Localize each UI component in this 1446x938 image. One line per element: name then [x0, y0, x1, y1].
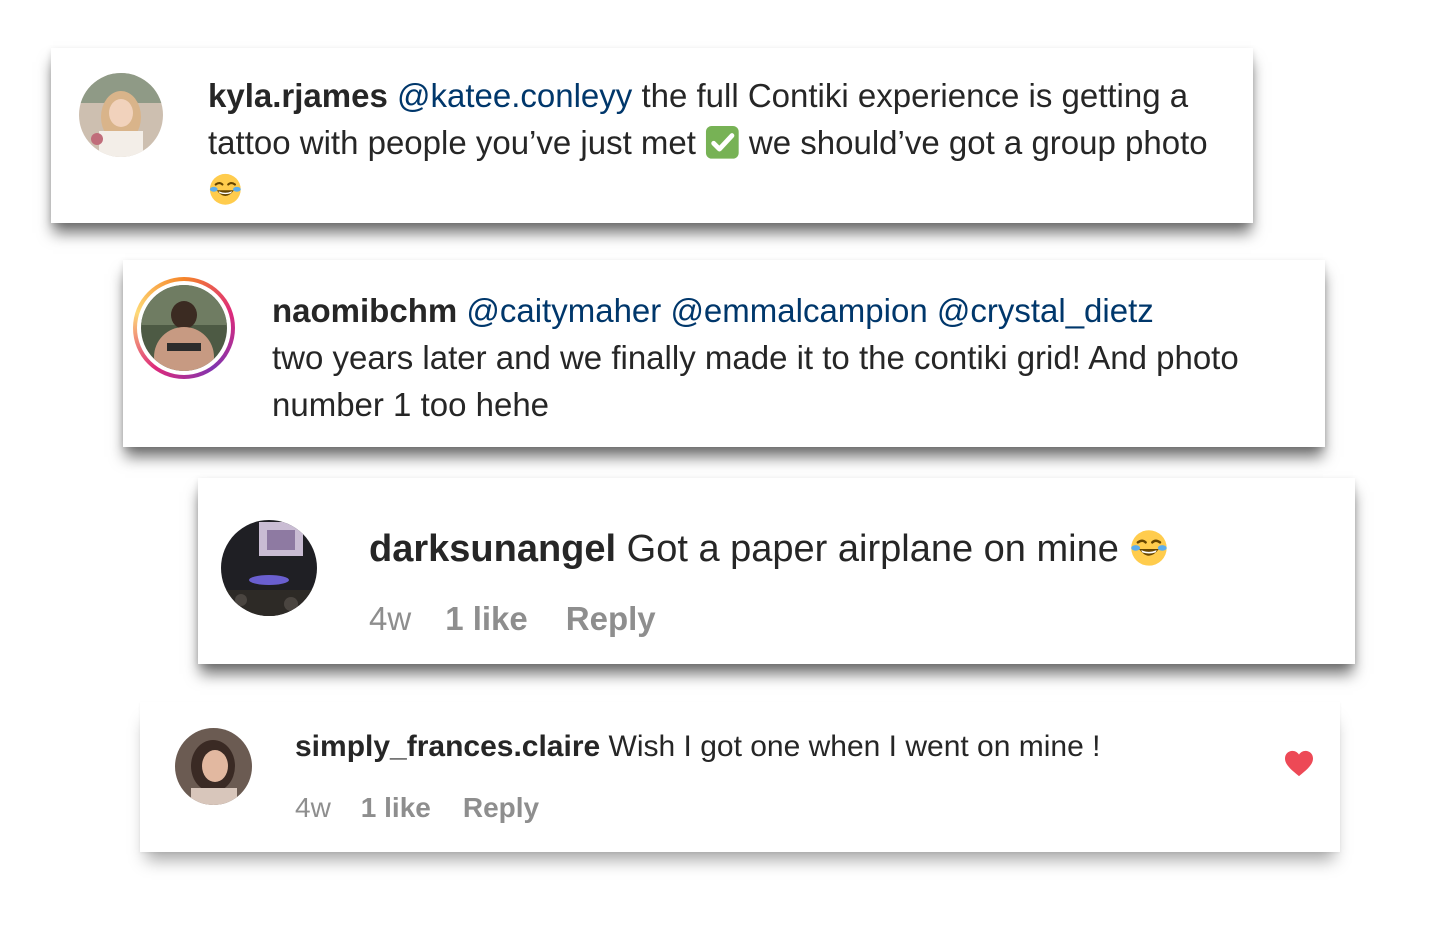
comment-text: two years later and we finally made it t… [272, 338, 1239, 423]
comment-mention[interactable]: @caitymaher [466, 292, 661, 329]
comment-card-simply-frances: simply_frances.claire Wish I got one whe… [140, 702, 1340, 852]
comment-time[interactable]: 4w [295, 792, 331, 824]
avatar[interactable] [79, 73, 163, 157]
avatar-photo-icon [141, 285, 227, 371]
avatar-photo-icon [79, 73, 163, 157]
comment-body: kyla.rjames @katee.conleyy the full Cont… [208, 73, 1228, 214]
comment-card-darksunangel: darksunangel Got a paper airplane on min… [198, 478, 1355, 664]
check-mark-emoji-icon [706, 126, 739, 159]
avatar[interactable] [141, 285, 227, 371]
comment-text-continued: we should’ve got a group photo [739, 123, 1208, 161]
comment-username[interactable]: kyla.rjames [208, 77, 388, 114]
comment-body: simply_frances.claire Wish I got one whe… [295, 726, 1285, 769]
comment-body: darksunangel Got a paper airplane on min… [369, 523, 1329, 577]
comment-mention[interactable]: @emmalcampion [670, 292, 927, 329]
comment-meta: 4w 1 like Reply [295, 792, 539, 824]
like-count[interactable]: 1 like [445, 600, 528, 638]
avatar[interactable] [175, 728, 252, 805]
avatar-photo-icon [221, 520, 317, 616]
reply-button[interactable]: Reply [463, 792, 539, 824]
reply-button[interactable]: Reply [566, 600, 656, 638]
comment-text: Got a paper airplane on mine [626, 528, 1130, 570]
comment-mention[interactable]: @crystal_dietz [937, 292, 1154, 329]
like-count[interactable]: 1 like [361, 792, 431, 824]
comment-body: naomibchm @caitymaher @emmalcampion @cry… [272, 288, 1312, 429]
comment-meta: 4w 1 like Reply [369, 600, 656, 638]
heart-icon[interactable] [1284, 750, 1314, 778]
comment-card-naomi: naomibchm @caitymaher @emmalcampion @cry… [123, 260, 1325, 447]
comment-username[interactable]: simply_frances.claire [295, 730, 600, 763]
avatar[interactable] [221, 520, 317, 616]
comment-card-kyla: kyla.rjames @katee.conleyy the full Cont… [51, 48, 1253, 223]
avatar-photo-icon [175, 728, 252, 805]
comment-mention[interactable]: @katee.conleyy [397, 77, 632, 114]
comment-time[interactable]: 4w [369, 600, 411, 638]
story-ring[interactable] [133, 277, 235, 379]
comment-text: Wish I got one when I went on mine ! [608, 730, 1101, 763]
laughing-face-emoji-icon [1131, 530, 1168, 566]
laughing-face-emoji-icon [209, 173, 241, 205]
comment-username[interactable]: darksunangel [369, 528, 616, 570]
comment-username[interactable]: naomibchm [272, 292, 457, 329]
